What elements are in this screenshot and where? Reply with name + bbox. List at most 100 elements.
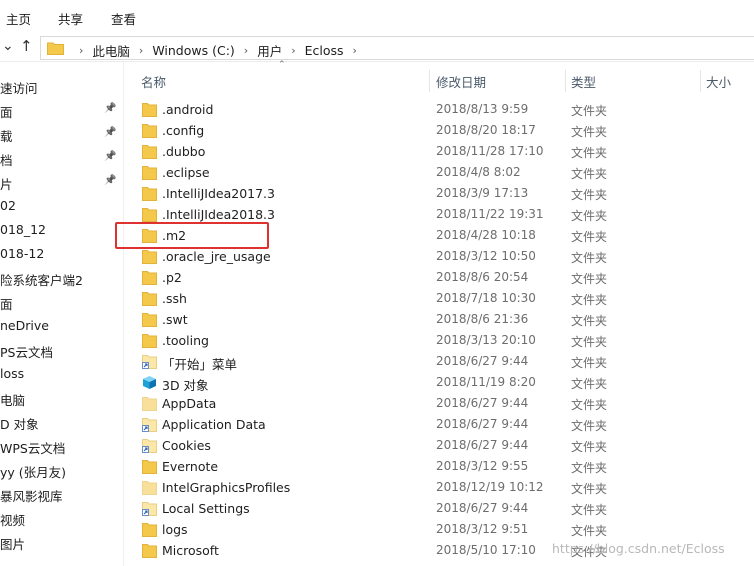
nav-item[interactable]: PS云文档 xyxy=(0,340,123,360)
file-name: .android xyxy=(162,102,214,117)
file-row[interactable]: .dubbo 2018/11/28 17:10 文件夹 xyxy=(125,141,754,162)
shortcut-folder-icon xyxy=(142,438,157,453)
hidden-folder-icon xyxy=(142,480,157,495)
nav-item[interactable]: 02 xyxy=(0,196,123,216)
chevron-right-icon[interactable]: › xyxy=(291,44,295,57)
nav-item-label: 电脑 xyxy=(0,393,26,408)
file-row[interactable]: .swt 2018/8/6 21:36 文件夹 xyxy=(125,309,754,330)
nav-item-label: WPS云文档 xyxy=(0,441,66,456)
nav-item[interactable]: 018_12 xyxy=(0,220,123,240)
file-row[interactable]: 「开始」菜单 2018/6/27 9:44 文件夹 xyxy=(125,351,754,372)
file-modified-date: 2018/6/27 9:44 xyxy=(436,354,529,368)
pin-icon[interactable]: 📌 xyxy=(104,103,116,114)
file-row[interactable]: logs 2018/3/12 9:51 文件夹 xyxy=(125,519,754,540)
column-divider[interactable] xyxy=(700,70,701,92)
file-row[interactable]: .p2 2018/8/6 20:54 文件夹 xyxy=(125,267,754,288)
file-row[interactable]: .tooling 2018/3/13 20:10 文件夹 xyxy=(125,330,754,351)
column-size[interactable]: 大小 xyxy=(706,72,731,91)
file-row[interactable]: AppData 2018/6/27 9:44 文件夹 xyxy=(125,393,754,414)
tab-home[interactable]: 主页 xyxy=(6,9,31,28)
column-divider[interactable] xyxy=(429,70,430,92)
file-modified-date: 2018/11/22 19:31 xyxy=(436,207,544,221)
nav-item[interactable]: 载 📌 xyxy=(0,124,123,144)
nav-item[interactable]: 电脑 xyxy=(0,388,123,408)
file-name: Microsoft xyxy=(162,543,219,558)
file-modified-date: 2018/8/6 20:54 xyxy=(436,270,529,284)
file-type: 文件夹 xyxy=(571,293,608,307)
nav-item-label: 面 xyxy=(0,105,13,120)
file-name: .IntelliJIdea2018.3 xyxy=(162,207,275,222)
nav-item[interactable]: yy (张月友) xyxy=(0,460,123,480)
chevron-right-icon[interactable]: › xyxy=(139,44,143,57)
file-row[interactable]: 3D 对象 2018/11/19 8:20 文件夹 xyxy=(125,372,754,393)
breadcrumb-users[interactable]: 用户 xyxy=(257,41,282,60)
file-row[interactable]: .eclipse 2018/4/8 8:02 文件夹 xyxy=(125,162,754,183)
file-row[interactable]: .android 2018/8/13 9:59 文件夹 xyxy=(125,99,754,120)
file-row[interactable]: Evernote 2018/3/12 9:55 文件夹 xyxy=(125,456,754,477)
file-modified-date: 2018/8/20 18:17 xyxy=(436,123,536,137)
pin-icon[interactable]: 📌 xyxy=(104,127,116,138)
column-name[interactable]: 名称 xyxy=(141,72,166,91)
file-row[interactable]: IntelGraphicsProfiles 2018/12/19 10:12 文件夹 xyxy=(125,477,754,498)
file-row[interactable]: .IntelliJIdea2017.3 2018/3/9 17:13 文件夹 xyxy=(125,183,754,204)
folder-icon xyxy=(142,291,157,306)
file-name: .config xyxy=(162,123,205,138)
folder-icon xyxy=(142,228,157,243)
nav-item[interactable]: WPS云文档 xyxy=(0,436,123,456)
file-row[interactable]: Cookies 2018/6/27 9:44 文件夹 xyxy=(125,435,754,456)
folder-icon xyxy=(142,543,157,558)
column-header: ⌃ 名称 修改日期 类型 大小 xyxy=(125,60,754,94)
file-type: 文件夹 xyxy=(571,272,608,286)
chevron-right-icon[interactable]: › xyxy=(353,44,357,57)
chevron-right-icon[interactable]: › xyxy=(244,44,248,57)
breadcrumb-drive[interactable]: Windows (C:) xyxy=(152,43,234,58)
nav-item[interactable]: 视频 xyxy=(0,508,123,528)
pin-icon[interactable]: 📌 xyxy=(104,151,116,162)
nav-item[interactable]: D 对象 xyxy=(0,412,123,432)
column-divider[interactable] xyxy=(565,70,566,92)
nav-item-label: 图片 xyxy=(0,537,26,552)
file-modified-date: 2018/3/12 9:51 xyxy=(436,522,529,536)
file-name: Cookies xyxy=(162,438,211,453)
shortcut-folder-icon xyxy=(142,354,157,369)
file-row[interactable]: Local Settings 2018/6/27 9:44 文件夹 xyxy=(125,498,754,519)
file-modified-date: 2018/4/28 10:18 xyxy=(436,228,536,242)
sort-ascending-icon: ⌃ xyxy=(278,60,286,70)
column-type[interactable]: 类型 xyxy=(571,72,596,91)
nav-item[interactable]: 面 📌 xyxy=(0,100,123,120)
file-row[interactable]: .ssh 2018/7/18 10:30 文件夹 xyxy=(125,288,754,309)
pin-icon[interactable]: 📌 xyxy=(104,175,116,186)
recent-locations-chevron-icon[interactable]: ⌄ xyxy=(2,38,14,54)
nav-item[interactable]: 018-12 xyxy=(0,244,123,264)
column-date[interactable]: 修改日期 xyxy=(436,72,486,91)
file-row[interactable]: .IntelliJIdea2018.3 2018/11/22 19:31 文件夹 xyxy=(125,204,754,225)
file-name: AppData xyxy=(162,396,217,411)
nav-item[interactable]: 暴风影视库 xyxy=(0,484,123,504)
nav-item[interactable]: 档 📌 xyxy=(0,148,123,168)
file-modified-date: 2018/6/27 9:44 xyxy=(436,501,529,515)
file-row[interactable]: .config 2018/8/20 18:17 文件夹 xyxy=(125,120,754,141)
breadcrumb-ecloss[interactable]: Ecloss xyxy=(305,43,344,58)
tab-view[interactable]: 查看 xyxy=(111,9,136,28)
nav-item-label: 档 xyxy=(0,153,13,168)
file-name: Local Settings xyxy=(162,501,250,516)
nav-item[interactable]: neDrive xyxy=(0,316,123,336)
nav-item[interactable]: 险系统客户端2 xyxy=(0,268,123,288)
file-row[interactable]: Application Data 2018/6/27 9:44 文件夹 xyxy=(125,414,754,435)
nav-item[interactable]: 面 xyxy=(0,292,123,312)
tab-share[interactable]: 共享 xyxy=(58,9,83,28)
nav-item[interactable]: 速访问 xyxy=(0,76,123,96)
address-bar[interactable]: › 此电脑 › Windows (C:) › 用户 › Ecloss › xyxy=(40,36,754,60)
nav-item-label: 018-12 xyxy=(0,246,45,261)
nav-item-label: 面 xyxy=(0,297,13,312)
folder-icon xyxy=(142,102,157,117)
up-arrow-icon[interactable]: ↑ xyxy=(20,37,33,55)
nav-item[interactable]: loss xyxy=(0,364,123,384)
file-type: 文件夹 xyxy=(571,377,608,391)
nav-item[interactable]: 片 📌 xyxy=(0,172,123,192)
chevron-right-icon[interactable]: › xyxy=(79,44,83,57)
breadcrumb-this-pc[interactable]: 此电脑 xyxy=(92,41,130,60)
file-row[interactable]: .m2 2018/4/28 10:18 文件夹 xyxy=(125,225,754,246)
file-row[interactable]: .oracle_jre_usage 2018/3/12 10:50 文件夹 xyxy=(125,246,754,267)
nav-item[interactable]: 图片 xyxy=(0,532,123,552)
